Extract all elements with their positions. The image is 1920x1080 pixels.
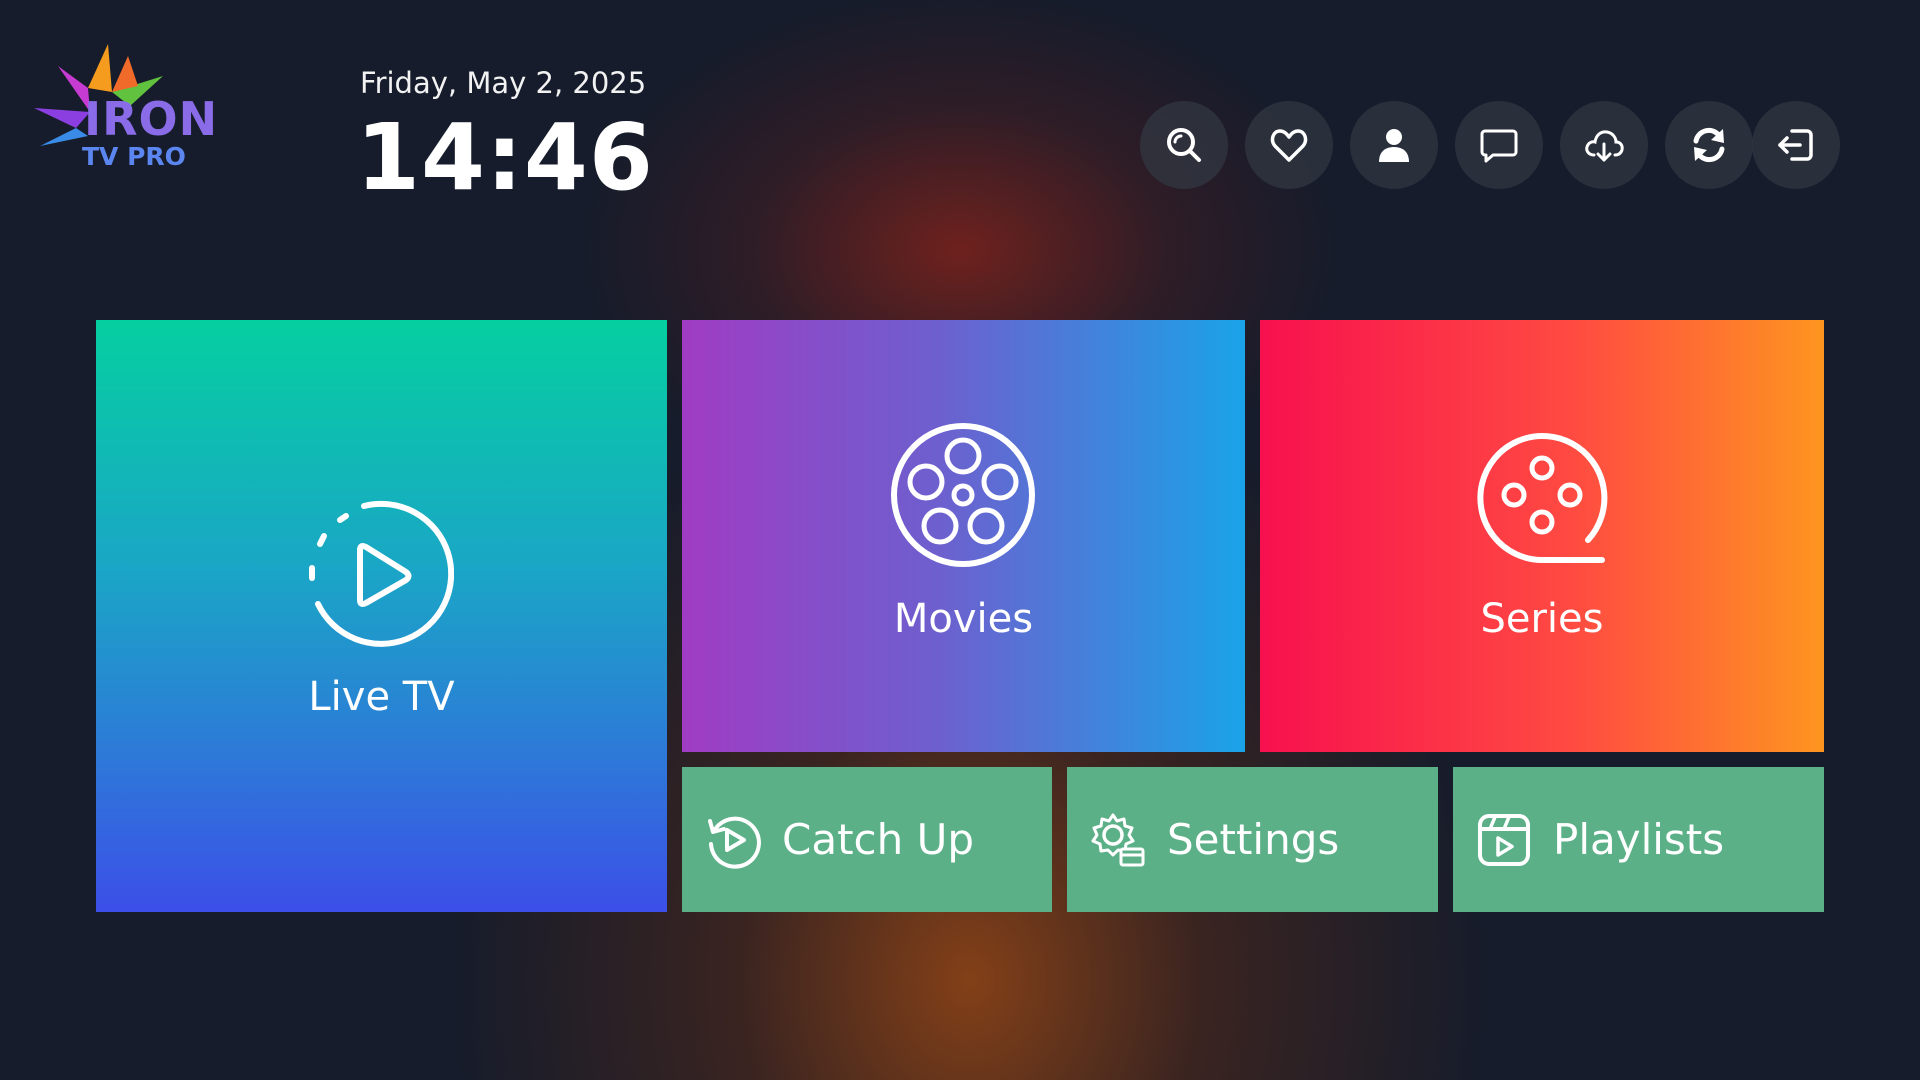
current-date: Friday, May 2, 2025 [360,66,647,100]
live-tv-tile[interactable]: Live TV [96,320,667,912]
catch-up-label: Catch Up [782,815,974,864]
logo-text: IRON [84,92,219,146]
playlist-video-icon [1478,813,1530,866]
movies-label: Movies [893,596,1034,642]
live-tv-label: Live TV [308,674,455,720]
logout-button[interactable] [1752,101,1840,189]
series-label: Series [1480,596,1604,642]
search-button[interactable] [1140,101,1228,189]
gear-icon [1091,813,1145,866]
logout-icon [1778,129,1813,161]
film-roll-icon [1477,433,1608,563]
current-time: 14:46 [356,104,654,211]
playlists-label: Playlists [1553,815,1725,864]
playlists-tile[interactable]: Playlists [1453,767,1824,912]
live-play-icon [309,500,454,647]
settings-label: Settings [1167,815,1340,864]
favorites-button[interactable] [1245,101,1333,189]
heart-icon [1270,129,1308,162]
download-button[interactable] [1560,101,1648,189]
logo-subtitle: TV PRO [82,142,186,171]
refresh-icon [1693,127,1725,163]
series-tile[interactable]: Series [1260,320,1824,752]
search-icon [1167,128,1201,162]
settings-tile[interactable]: Settings [1067,767,1438,912]
cloud-download-icon [1585,130,1624,162]
refresh-button[interactable] [1665,101,1753,189]
film-reel-icon [891,423,1035,567]
app-logo: IRON TV PRO [28,36,218,176]
movies-tile[interactable]: Movies [682,320,1245,752]
user-icon [1379,129,1409,162]
account-button[interactable] [1350,101,1438,189]
replay-icon [708,816,761,869]
messages-button[interactable] [1455,101,1543,189]
catch-up-tile[interactable]: Catch Up [682,767,1052,912]
message-icon [1480,129,1518,163]
